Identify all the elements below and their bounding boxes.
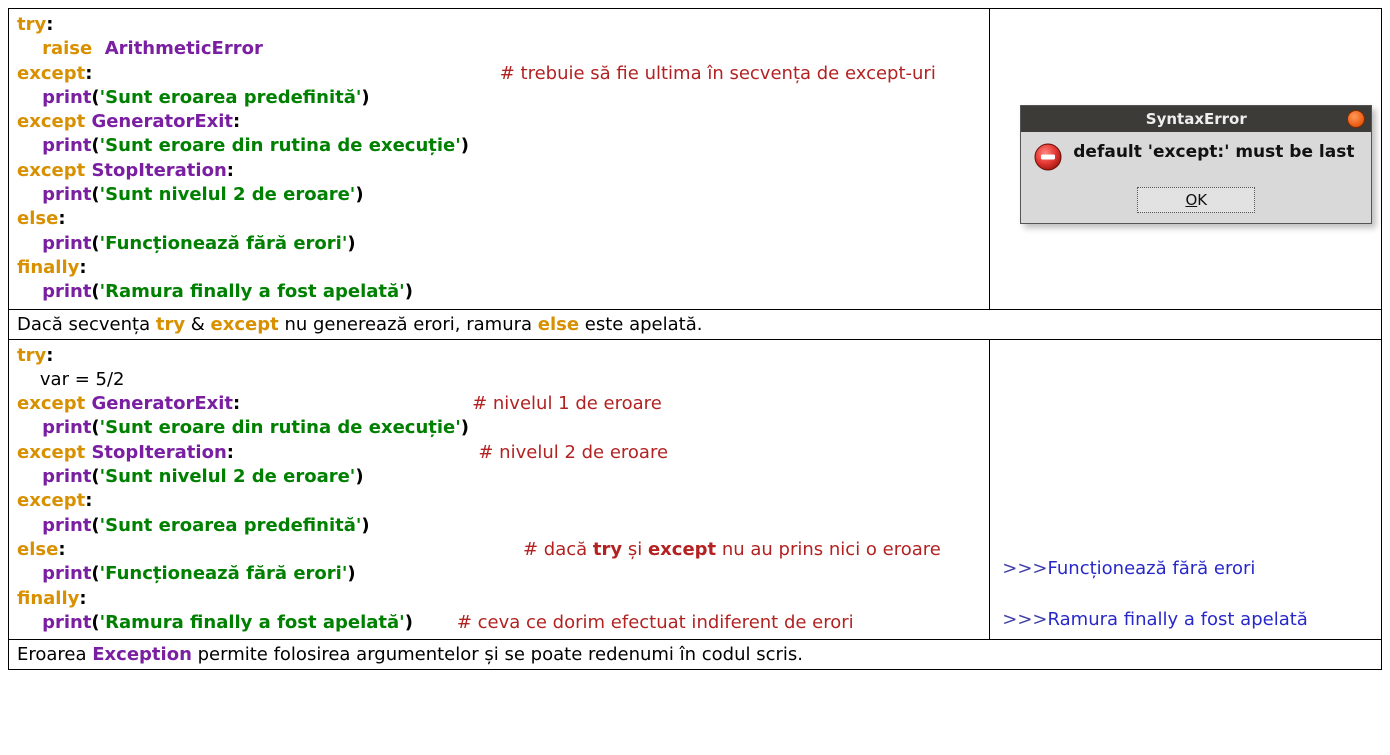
close-icon[interactable]: [1347, 110, 1365, 128]
kw-finally: finally: [17, 588, 79, 609]
kw-except: except: [17, 442, 91, 463]
output-line-2: >>>Ramura finally a fost apelată: [1002, 606, 1373, 633]
string-literal: 'Sunt nivelul 2 de eroare': [100, 184, 356, 205]
kw-except: except: [17, 63, 85, 84]
err-arithmetic: ArithmeticError: [105, 38, 263, 59]
comment: # nivelul 1 de eroare: [472, 393, 662, 414]
fn-print: print: [17, 233, 91, 254]
kw-else: else: [17, 539, 58, 560]
output-cell-1: SyntaxError default 'except:': [990, 9, 1382, 310]
string-literal: 'Sunt eroarea predefinită': [100, 515, 362, 536]
explanation-1: Dacă secvența try & except nu generează …: [9, 309, 1382, 339]
kw-except: except: [17, 160, 91, 181]
fn-print: print: [17, 417, 91, 438]
kw-except: except: [17, 490, 85, 511]
comment: # nivelul 2 de eroare: [478, 442, 668, 463]
fn-print: print: [17, 612, 91, 633]
kw-except: except: [17, 393, 91, 414]
dialog-title-text: SyntaxError: [1146, 110, 1247, 128]
dialog-message: default 'except:' must be last: [1073, 142, 1359, 163]
kw-else: else: [17, 208, 58, 229]
comment: # dacă: [523, 539, 593, 560]
assignment: var = 5/2: [17, 369, 124, 390]
string-literal: 'Sunt nivelul 2 de eroare': [100, 466, 356, 487]
code-block-2: try: var = 5/2 except GeneratorExit: # n…: [9, 339, 990, 640]
comment: # ceva ce dorim efectuat indiferent de e…: [457, 612, 854, 633]
kw-except: except: [17, 111, 91, 132]
error-dialog: SyntaxError default 'except:': [1020, 105, 1372, 224]
fn-print: print: [17, 184, 91, 205]
string-literal: 'Sunt eroarea predefinită': [100, 87, 362, 108]
error-icon: [1033, 142, 1063, 177]
string-literal: 'Funcționează fără erori': [100, 233, 348, 254]
output-cell-2: >>>Funcționează fără erori >>>Ramura fin…: [990, 339, 1382, 640]
fn-print: print: [17, 87, 91, 108]
fn-print: print: [17, 515, 91, 536]
string-literal: 'Funcționează fără erori': [100, 563, 348, 584]
kw-finally: finally: [17, 257, 79, 278]
string-literal: 'Sunt eroare din rutina de execuție': [100, 135, 461, 156]
err-generatorexit: GeneratorExit: [91, 111, 233, 132]
document-table: try: raise ArithmeticError except: # tre…: [8, 8, 1382, 670]
string-literal: 'Ramura finally a fost apelată': [100, 612, 405, 633]
fn-print: print: [17, 563, 91, 584]
output-line-1: >>>Funcționează fără erori: [1002, 555, 1373, 582]
kw-raise: raise: [17, 38, 105, 59]
err-stopiteration: StopIteration: [91, 160, 226, 181]
fn-print: print: [17, 281, 91, 302]
ok-button[interactable]: OK: [1137, 187, 1255, 213]
kw-try: try: [17, 345, 46, 366]
err-stopiteration: StopIteration: [91, 442, 226, 463]
kw-try: try: [17, 14, 46, 35]
comment: # trebuie să fie ultima în secvența de e…: [500, 63, 936, 84]
code-block-1: try: raise ArithmeticError except: # tre…: [9, 9, 990, 310]
fn-print: print: [17, 466, 91, 487]
fn-print: print: [17, 135, 91, 156]
err-generatorexit: GeneratorExit: [91, 393, 233, 414]
dialog-titlebar: SyntaxError: [1021, 106, 1371, 132]
explanation-2: Eroarea Exception permite folosirea argu…: [9, 640, 1382, 670]
string-literal: 'Ramura finally a fost apelată': [100, 281, 405, 302]
string-literal: 'Sunt eroare din rutina de execuție': [100, 417, 461, 438]
